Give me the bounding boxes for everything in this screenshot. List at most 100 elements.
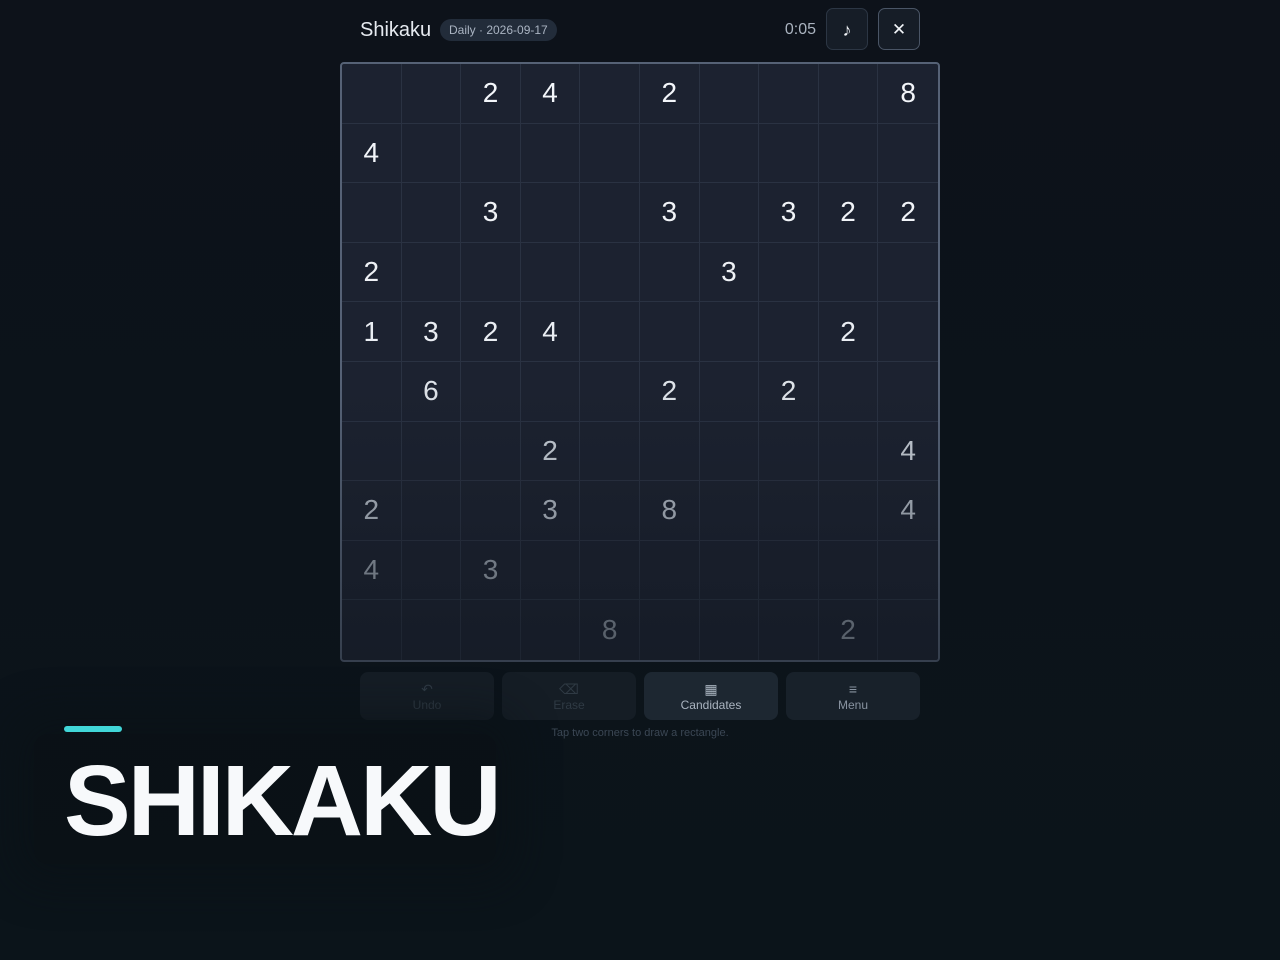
- grid-cell[interactable]: [878, 124, 938, 184]
- grid-cell[interactable]: [580, 421, 640, 482]
- grid-cell[interactable]: [759, 421, 819, 482]
- grid-cell[interactable]: 2: [461, 64, 521, 124]
- grid-cell[interactable]: [401, 123, 462, 184]
- grid-cell[interactable]: 3: [639, 183, 700, 243]
- grid-cell[interactable]: [461, 242, 521, 303]
- grid-cell[interactable]: [461, 361, 521, 422]
- grid-cell[interactable]: 2: [461, 302, 521, 362]
- grid-cell[interactable]: [580, 481, 640, 541]
- grid-cell[interactable]: 2: [342, 242, 402, 303]
- grid-cell[interactable]: [461, 421, 521, 482]
- grid-cell[interactable]: [639, 242, 700, 303]
- erase-button[interactable]: ⌫ Erase: [502, 672, 636, 720]
- grid-cell[interactable]: [639, 540, 700, 601]
- grid-cell[interactable]: 6: [401, 361, 462, 422]
- grid-cell[interactable]: [818, 361, 879, 422]
- grid-cell[interactable]: 4: [520, 64, 581, 124]
- grid-cell[interactable]: [401, 242, 462, 303]
- grid-cell[interactable]: 2: [639, 64, 700, 124]
- grid-cell[interactable]: 4: [520, 302, 581, 362]
- grid-cell[interactable]: 2: [520, 421, 581, 482]
- grid-cell[interactable]: 3: [461, 183, 521, 243]
- grid-cell[interactable]: 8: [639, 481, 700, 541]
- grid-cell[interactable]: 3: [699, 242, 760, 303]
- grid-cell[interactable]: [639, 123, 700, 184]
- grid-cell[interactable]: [402, 600, 462, 660]
- grid-cell[interactable]: [818, 123, 879, 184]
- grid-cell[interactable]: [580, 302, 640, 362]
- grid-cell[interactable]: [759, 242, 819, 303]
- grid-cell[interactable]: [520, 123, 581, 184]
- grid-cell[interactable]: 2: [878, 183, 938, 243]
- grid-cell[interactable]: 2: [818, 183, 879, 243]
- grid-cell[interactable]: [878, 541, 938, 601]
- grid-cell[interactable]: 2: [759, 361, 819, 422]
- grid-cell[interactable]: 3: [461, 540, 521, 601]
- grid-cell[interactable]: [818, 64, 879, 124]
- grid-cell[interactable]: [759, 481, 819, 541]
- grid-cell[interactable]: [818, 242, 879, 303]
- grid-cell[interactable]: [759, 540, 819, 601]
- puzzle-grid[interactable]: 242843332223132426222423844382: [340, 62, 940, 662]
- grid-cell[interactable]: 8: [580, 600, 640, 660]
- close-button[interactable]: ✕: [878, 8, 920, 50]
- grid-cell[interactable]: [759, 302, 819, 362]
- grid-cell[interactable]: [759, 600, 819, 660]
- grid-cell[interactable]: [639, 421, 700, 482]
- music-button[interactable]: ♪: [826, 8, 868, 50]
- grid-cell[interactable]: [342, 64, 402, 124]
- candidates-button[interactable]: ▦ Candidates: [644, 672, 778, 720]
- grid-cell[interactable]: 8: [878, 64, 938, 124]
- grid-cell[interactable]: [818, 481, 879, 541]
- grid-cell[interactable]: [878, 302, 938, 362]
- grid-cell[interactable]: [580, 183, 640, 243]
- grid-cell[interactable]: 3: [520, 481, 581, 541]
- grid-cell[interactable]: 4: [342, 540, 402, 601]
- grid-cell[interactable]: 2: [342, 481, 402, 541]
- grid-cell[interactable]: [699, 421, 760, 482]
- grid-cell[interactable]: [401, 421, 462, 482]
- grid-cell[interactable]: [342, 361, 402, 422]
- grid-cell[interactable]: [342, 183, 402, 243]
- grid-cell[interactable]: 4: [342, 123, 402, 184]
- grid-cell[interactable]: [521, 600, 581, 660]
- grid-cell[interactable]: 3: [759, 183, 819, 243]
- grid-cell[interactable]: [759, 64, 819, 124]
- grid-cell[interactable]: [520, 361, 581, 422]
- grid-cell[interactable]: 2: [818, 302, 879, 362]
- grid-cell[interactable]: [699, 302, 760, 362]
- undo-button[interactable]: ↶ Undo: [360, 672, 494, 720]
- grid-cell[interactable]: 4: [878, 422, 938, 482]
- grid-cell[interactable]: [878, 362, 938, 422]
- grid-cell[interactable]: [580, 540, 640, 601]
- grid-cell[interactable]: [520, 183, 581, 243]
- grid-cell[interactable]: [520, 242, 581, 303]
- grid-cell[interactable]: [699, 540, 760, 601]
- grid-cell[interactable]: [342, 421, 402, 482]
- grid-cell[interactable]: [699, 481, 760, 541]
- grid-cell[interactable]: [878, 243, 938, 303]
- grid-cell[interactable]: [640, 600, 700, 660]
- grid-cell[interactable]: [401, 64, 462, 124]
- grid-cell[interactable]: [461, 123, 521, 184]
- grid-cell[interactable]: [818, 421, 879, 482]
- grid-cell[interactable]: [699, 123, 760, 184]
- grid-cell[interactable]: [699, 64, 760, 124]
- grid-cell[interactable]: [700, 600, 760, 660]
- grid-cell[interactable]: [461, 600, 521, 660]
- grid-cell[interactable]: [580, 64, 640, 124]
- grid-cell[interactable]: [461, 481, 521, 541]
- grid-cell[interactable]: [580, 123, 640, 184]
- grid-cell[interactable]: 3: [401, 302, 462, 362]
- grid-cell[interactable]: [699, 361, 760, 422]
- grid-cell[interactable]: [342, 600, 402, 660]
- grid-cell[interactable]: 1: [342, 302, 402, 362]
- grid-cell[interactable]: [699, 183, 760, 243]
- grid-cell[interactable]: 4: [878, 481, 938, 541]
- grid-cell[interactable]: 2: [639, 361, 700, 422]
- grid-cell[interactable]: 2: [819, 600, 879, 660]
- grid-cell[interactable]: [639, 302, 700, 362]
- grid-cell[interactable]: [401, 183, 462, 243]
- grid-cell[interactable]: [401, 481, 462, 541]
- grid-cell[interactable]: [878, 600, 938, 660]
